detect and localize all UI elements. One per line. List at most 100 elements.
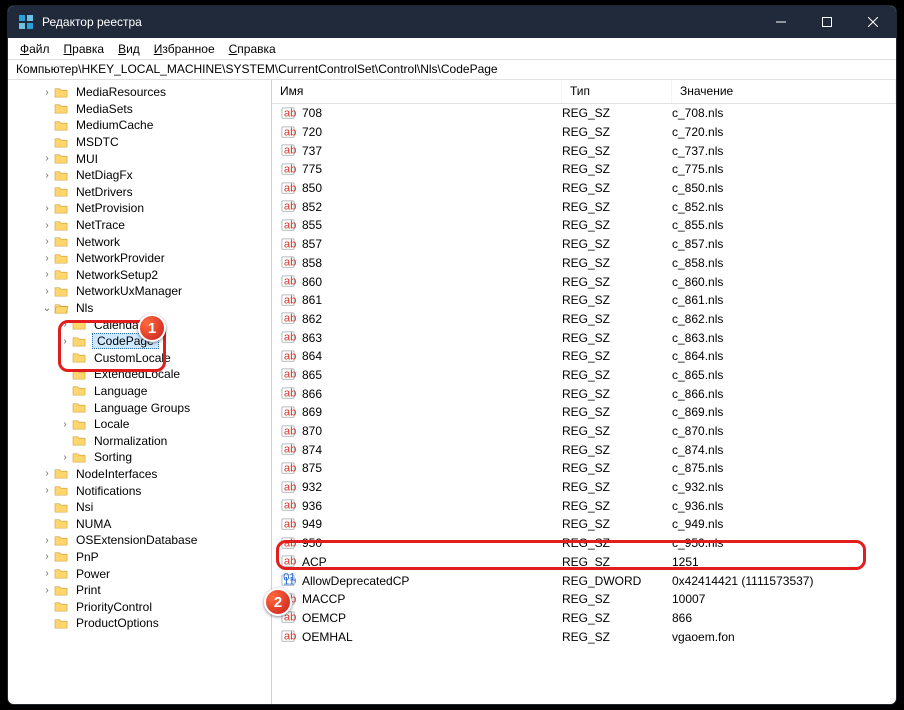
list-row[interactable]: 708REG_SZc_708.nls: [272, 104, 896, 123]
maximize-button[interactable]: [804, 6, 850, 38]
tree-item-network[interactable]: ›Network: [8, 233, 271, 250]
tree-item-pnp[interactable]: ›PnP: [8, 549, 271, 566]
tree-item-mediaresources[interactable]: ›MediaResources: [8, 84, 271, 101]
minimize-button[interactable]: [758, 6, 804, 38]
tree-item-power[interactable]: ›Power: [8, 565, 271, 582]
list-row[interactable]: 870REG_SZc_870.nls: [272, 422, 896, 441]
tree-item-msdtc[interactable]: MSDTC: [8, 134, 271, 151]
tree-item-mui[interactable]: ›MUI: [8, 150, 271, 167]
list-row[interactable]: 863REG_SZc_863.nls: [272, 328, 896, 347]
list-row[interactable]: MACCPREG_SZ10007: [272, 590, 896, 609]
list-row[interactable]: 852REG_SZc_852.nls: [272, 197, 896, 216]
list-row[interactable]: 932REG_SZc_932.nls: [272, 478, 896, 497]
list-pane[interactable]: Имя Тип Значение 708REG_SZc_708.nls720RE…: [272, 80, 896, 704]
col-header-value[interactable]: Значение: [672, 80, 896, 103]
tree-item-nls[interactable]: ⌄Nls: [8, 300, 271, 317]
twisty-icon[interactable]: ›: [40, 220, 54, 231]
tree-item-extendedlocale[interactable]: ExtendedLocale: [8, 366, 271, 383]
twisty-icon[interactable]: ›: [40, 551, 54, 562]
list-row[interactable]: OEMCPREG_SZ866: [272, 609, 896, 628]
tree-item-locale[interactable]: ›Locale: [8, 416, 271, 433]
menu-view[interactable]: Вид: [112, 40, 146, 58]
twisty-icon[interactable]: ›: [40, 203, 54, 214]
close-button[interactable]: [850, 6, 896, 38]
list-row[interactable]: 949REG_SZc_949.nls: [272, 515, 896, 534]
list-row[interactable]: 720REG_SZc_720.nls: [272, 123, 896, 142]
tree-item-numa[interactable]: NUMA: [8, 515, 271, 532]
twisty-icon[interactable]: ›: [40, 468, 54, 479]
tree-item-netdiagfx[interactable]: ›NetDiagFx: [8, 167, 271, 184]
tree-item-networkprovider[interactable]: ›NetworkProvider: [8, 250, 271, 267]
list-row[interactable]: 875REG_SZc_875.nls: [272, 459, 896, 478]
tree-item-netdrivers[interactable]: NetDrivers: [8, 184, 271, 201]
tree-item-customlocale[interactable]: CustomLocale: [8, 350, 271, 367]
list-row[interactable]: AllowDeprecatedCPREG_DWORD0x42414421 (11…: [272, 571, 896, 590]
tree-item-mediasets[interactable]: MediaSets: [8, 101, 271, 118]
list-row[interactable]: 855REG_SZc_855.nls: [272, 216, 896, 235]
twisty-icon[interactable]: ›: [40, 585, 54, 596]
menu-help[interactable]: Справка: [223, 40, 282, 58]
tree-item-language-groups[interactable]: Language Groups: [8, 399, 271, 416]
twisty-icon[interactable]: ⌄: [40, 303, 54, 314]
col-header-type[interactable]: Тип: [562, 80, 672, 103]
list-row[interactable]: ACPREG_SZ1251: [272, 553, 896, 572]
list-row[interactable]: 862REG_SZc_862.nls: [272, 310, 896, 329]
value-type: REG_SZ: [562, 461, 672, 475]
titlebar[interactable]: Редактор реестра: [8, 6, 896, 38]
list-row[interactable]: OEMHALREG_SZvgaoem.fon: [272, 627, 896, 646]
list-row[interactable]: 936REG_SZc_936.nls: [272, 496, 896, 515]
twisty-icon[interactable]: ›: [58, 452, 72, 463]
tree-item-sorting[interactable]: ›Sorting: [8, 449, 271, 466]
menu-file[interactable]: Файл: [14, 40, 56, 58]
tree-item-networksetup2[interactable]: ›NetworkSetup2: [8, 267, 271, 284]
twisty-icon[interactable]: ›: [58, 419, 72, 430]
list-row[interactable]: 737REG_SZc_737.nls: [272, 141, 896, 160]
twisty-icon[interactable]: ›: [40, 568, 54, 579]
list-row[interactable]: 865REG_SZc_865.nls: [272, 366, 896, 385]
list-row[interactable]: 861REG_SZc_861.nls: [272, 291, 896, 310]
list-row[interactable]: 850REG_SZc_850.nls: [272, 179, 896, 198]
twisty-icon[interactable]: ›: [58, 336, 72, 347]
tree-item-mediumcache[interactable]: MediumCache: [8, 117, 271, 134]
tree-item-networkuxmanager[interactable]: ›NetworkUxManager: [8, 283, 271, 300]
list-row[interactable]: 864REG_SZc_864.nls: [272, 347, 896, 366]
tree-item-nettrace[interactable]: ›NetTrace: [8, 217, 271, 234]
tree-item-osextensiondatabase[interactable]: ›OSExtensionDatabase: [8, 532, 271, 549]
list-row[interactable]: 869REG_SZc_869.nls: [272, 403, 896, 422]
list-row[interactable]: 860REG_SZc_860.nls: [272, 272, 896, 291]
tree-item-nodeinterfaces[interactable]: ›NodeInterfaces: [8, 466, 271, 483]
value-name: 775: [302, 162, 562, 176]
twisty-icon[interactable]: ›: [40, 236, 54, 247]
tree-pane[interactable]: 1 ›MediaResourcesMediaSetsMediumCacheMSD…: [8, 80, 272, 704]
col-header-name[interactable]: Имя: [272, 80, 562, 103]
tree-item-notifications[interactable]: ›Notifications: [8, 482, 271, 499]
twisty-icon[interactable]: ›: [58, 319, 72, 330]
twisty-icon[interactable]: ›: [40, 485, 54, 496]
twisty-icon[interactable]: ›: [40, 87, 54, 98]
tree-item-language[interactable]: Language: [8, 383, 271, 400]
address-bar[interactable]: Компьютер\HKEY_LOCAL_MACHINE\SYSTEM\Curr…: [8, 60, 896, 80]
tree-item-nsi[interactable]: Nsi: [8, 499, 271, 516]
twisty-icon[interactable]: ›: [40, 269, 54, 280]
list-row[interactable]: 866REG_SZc_866.nls: [272, 384, 896, 403]
list-row[interactable]: 857REG_SZc_857.nls: [272, 235, 896, 254]
list-header[interactable]: Имя Тип Значение: [272, 80, 896, 104]
twisty-icon[interactable]: ›: [40, 535, 54, 546]
tree-item-normalization[interactable]: Normalization: [8, 432, 271, 449]
value-type: REG_SZ: [562, 312, 672, 326]
tree-item-productoptions[interactable]: ProductOptions: [8, 615, 271, 632]
tree-item-netprovision[interactable]: ›NetProvision: [8, 200, 271, 217]
twisty-icon[interactable]: ›: [40, 286, 54, 297]
menu-edit[interactable]: Правка: [58, 40, 111, 58]
tree-item-print[interactable]: ›Print: [8, 582, 271, 599]
twisty-icon[interactable]: ›: [40, 170, 54, 181]
list-row[interactable]: 874REG_SZc_874.nls: [272, 440, 896, 459]
menu-favorites[interactable]: Избранное: [148, 40, 221, 58]
twisty-icon[interactable]: ›: [40, 253, 54, 264]
tree-item-prioritycontrol[interactable]: PriorityControl: [8, 598, 271, 615]
list-row[interactable]: 950REG_SZc_950.nls: [272, 534, 896, 553]
list-row[interactable]: 775REG_SZc_775.nls: [272, 160, 896, 179]
folder-icon: [54, 168, 70, 182]
twisty-icon[interactable]: ›: [40, 153, 54, 164]
list-row[interactable]: 858REG_SZc_858.nls: [272, 254, 896, 273]
